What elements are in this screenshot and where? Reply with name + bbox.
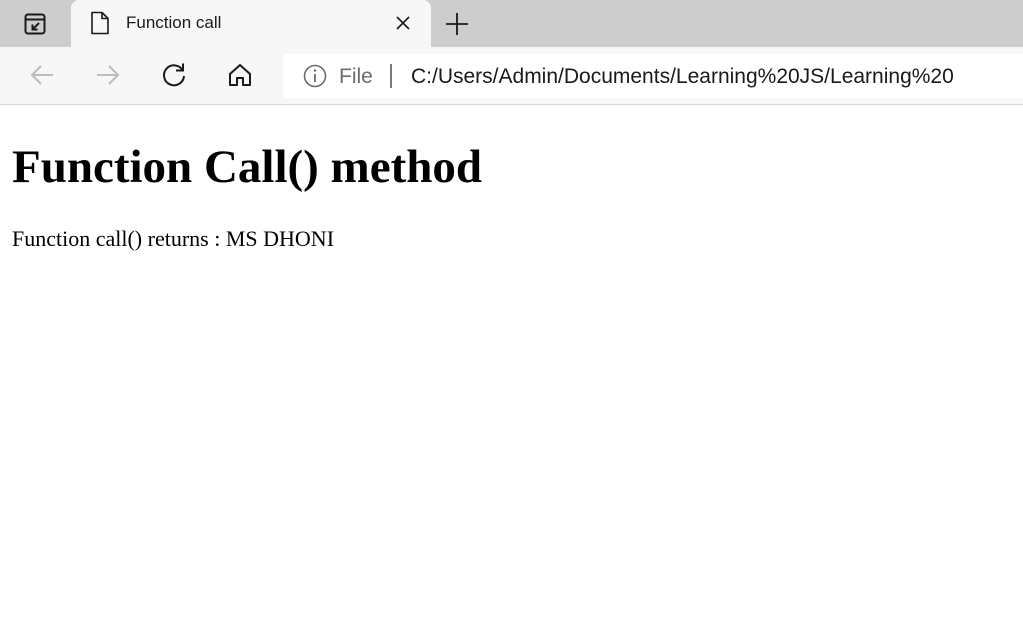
output-value: MS DHONI: [225, 226, 335, 251]
address-bar[interactable]: File C:/Users/Admin/Documents/Learning%2…: [283, 54, 1023, 98]
scheme-label: File: [339, 65, 373, 88]
page-content: Function Call() method Function call() r…: [0, 106, 1023, 636]
page-heading: Function Call() method: [12, 141, 482, 193]
tab-function-call[interactable]: Function call: [71, 0, 431, 47]
forward-button[interactable]: [92, 59, 124, 91]
tab-title: Function call: [126, 13, 222, 32]
close-icon[interactable]: [393, 13, 413, 33]
home-button[interactable]: [224, 59, 256, 91]
back-button[interactable]: [26, 59, 58, 91]
output-label: Function call() returns :: [12, 226, 226, 251]
document-icon: [91, 11, 109, 35]
refresh-icon: [163, 63, 185, 87]
tab-strip: Function call: [0, 0, 1023, 47]
function-output: Function call() returns : MS DHONI: [12, 226, 334, 251]
address-separator: [390, 64, 392, 88]
home-icon: [229, 64, 251, 86]
back-arrow-icon: [30, 65, 53, 85]
info-icon[interactable]: [303, 64, 327, 88]
forward-arrow-icon: [97, 65, 120, 85]
tab-actions-button[interactable]: [0, 0, 70, 47]
plus-icon[interactable]: [444, 11, 470, 37]
browser-toolbar: File C:/Users/Admin/Documents/Learning%2…: [0, 47, 1023, 105]
refresh-button[interactable]: [158, 59, 190, 91]
tab-actions-icon: [24, 13, 46, 34]
url-text[interactable]: C:/Users/Admin/Documents/Learning%20JS/L…: [411, 65, 954, 89]
